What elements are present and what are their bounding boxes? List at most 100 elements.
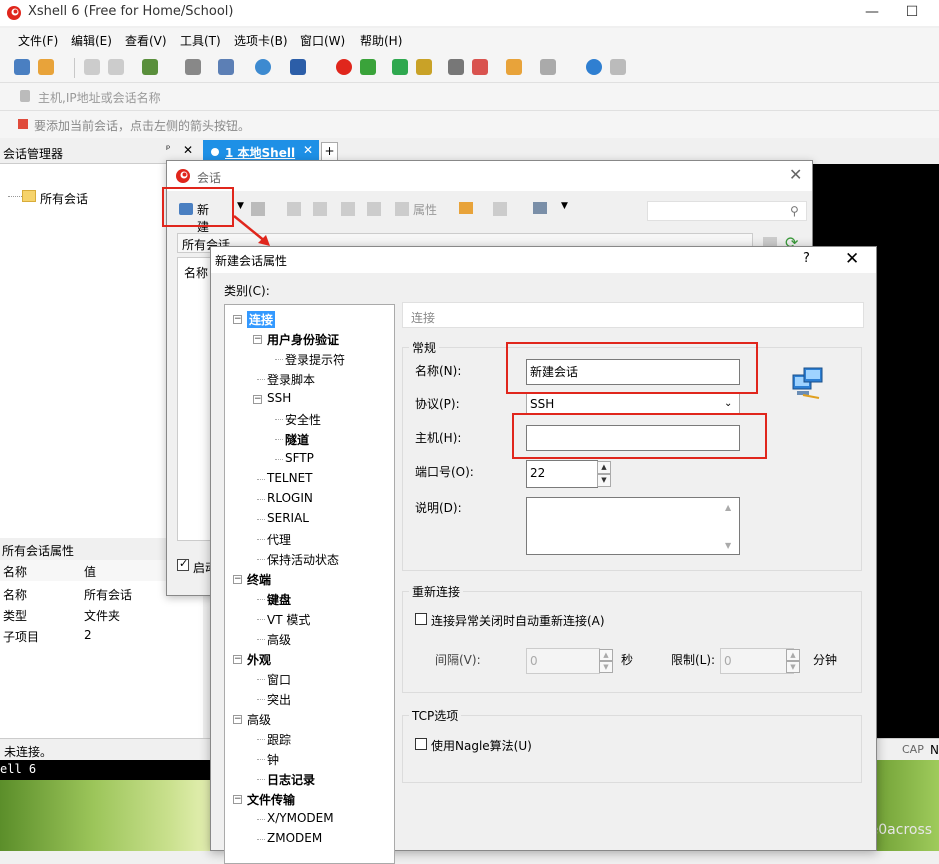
interval-input[interactable]: 0	[526, 648, 600, 674]
pin-icon[interactable]: ᵖ	[166, 144, 170, 155]
fullscreen-icon[interactable]	[392, 59, 408, 75]
layout-icon[interactable]	[540, 59, 556, 75]
duplicate-icon[interactable]	[341, 202, 355, 216]
chat-icon[interactable]	[610, 59, 626, 75]
tree-item[interactable]: 登录脚本	[267, 371, 315, 388]
tree-item[interactable]: SERIAL	[267, 511, 309, 525]
tree-expand-toggle[interactable]: −	[233, 315, 242, 324]
tree-expand-toggle[interactable]: −	[233, 715, 242, 724]
tree-item[interactable]: 高级	[247, 711, 271, 728]
protocol-select[interactable]: SSH ⌄	[526, 393, 740, 415]
tree-expand-toggle[interactable]: −	[253, 335, 262, 344]
tab-close-button[interactable]: ✕	[303, 143, 313, 157]
tree-item[interactable]: 键盘	[267, 591, 291, 608]
tree-item[interactable]: 隧道	[285, 431, 309, 448]
xftp-icon[interactable]	[360, 59, 376, 75]
tree-item[interactable]: RLOGIN	[267, 491, 313, 505]
interval-up-button[interactable]: ▲	[599, 649, 613, 661]
limit-input[interactable]: 0	[720, 648, 794, 674]
cut-icon[interactable]	[287, 202, 301, 216]
auto-reconnect-checkbox[interactable]	[415, 613, 427, 625]
tree-item[interactable]: ZMODEM	[267, 831, 322, 845]
description-textarea[interactable]	[526, 497, 740, 555]
tree-expand-toggle[interactable]: −	[253, 395, 262, 404]
new-tab-icon[interactable]	[506, 59, 522, 75]
tree-item[interactable]: 终端	[247, 571, 271, 588]
menu-edit[interactable]: 编辑(E)	[71, 32, 112, 49]
tree-item[interactable]: 安全性	[285, 411, 321, 428]
tree-item-all-sessions[interactable]: 所有会话	[40, 190, 88, 207]
tree-item[interactable]: SSH	[267, 391, 291, 405]
highlight-icon[interactable]	[472, 59, 488, 75]
tree-item[interactable]: 钟	[267, 751, 279, 768]
tree-item[interactable]: 日志记录	[267, 771, 315, 788]
tree-item[interactable]: 窗口	[267, 671, 291, 688]
tree-expand-toggle[interactable]: −	[233, 655, 242, 664]
tree-item[interactable]: 跟踪	[267, 731, 291, 748]
port-input[interactable]: 22	[526, 460, 598, 488]
add-tab-button[interactable]: +	[321, 142, 338, 161]
properties-label[interactable]: 属性	[413, 201, 437, 218]
menu-help[interactable]: 帮助(H)	[360, 32, 402, 49]
search-icon[interactable]: ⚲	[790, 204, 799, 218]
tree-item[interactable]: 用户身份验证	[267, 331, 339, 348]
chevron-down-icon[interactable]: ▼	[561, 201, 568, 211]
close-panel-button[interactable]: ✕	[183, 143, 193, 157]
delete-icon[interactable]	[367, 202, 381, 216]
disconnect-icon[interactable]	[108, 59, 124, 75]
chevron-down-icon[interactable]: ▼	[237, 201, 244, 211]
find-icon[interactable]	[185, 59, 201, 75]
keyboard-icon[interactable]	[448, 59, 464, 75]
tree-item[interactable]: 高级	[267, 631, 291, 648]
tree-item[interactable]: TELNET	[267, 471, 313, 485]
tree-item[interactable]: 登录提示符	[285, 351, 345, 368]
tree-item[interactable]: 文件传输	[247, 791, 295, 808]
help-button[interactable]: ?	[803, 251, 810, 266]
font-icon[interactable]	[290, 59, 306, 75]
port-up-button[interactable]: ▲	[597, 461, 611, 474]
folder-icon[interactable]	[459, 202, 473, 214]
menu-window[interactable]: 窗口(W)	[300, 32, 345, 49]
menu-tools[interactable]: 工具(T)	[180, 32, 221, 49]
tree-item[interactable]: 代理	[267, 531, 291, 548]
interval-down-button[interactable]: ▼	[599, 661, 613, 673]
tree-item[interactable]: 突出	[267, 691, 291, 708]
paste-icon[interactable]	[313, 202, 327, 216]
export-icon[interactable]	[493, 202, 507, 216]
help-icon[interactable]	[586, 59, 602, 75]
tree-item[interactable]: X/YMODEM	[267, 811, 334, 825]
view-icon[interactable]	[533, 202, 547, 214]
startup-checkbox[interactable]: ✓	[177, 557, 189, 571]
open-folder-icon[interactable]	[38, 59, 54, 75]
dialog-close-button[interactable]: ✕	[845, 249, 859, 269]
transfer-icon[interactable]	[218, 59, 234, 75]
maximize-button[interactable]: ☐	[900, 2, 924, 22]
arrow-icon[interactable]	[18, 119, 28, 129]
scroll-down-icon[interactable]: ▼	[725, 541, 731, 550]
globe-icon[interactable]	[255, 59, 271, 75]
minimize-button[interactable]: —	[860, 2, 884, 22]
tree-expand-toggle[interactable]: −	[233, 795, 242, 804]
limit-down-button[interactable]: ▼	[786, 661, 800, 673]
port-down-button[interactable]: ▼	[597, 474, 611, 487]
category-tree[interactable]: − 连接 − 用户身份验证 登录提示符 登录脚本 − SSH 安全性 隧道 SFTP TELNET RL…	[224, 304, 395, 864]
menu-file[interactable]: 文件(F)	[18, 32, 58, 49]
tree-item[interactable]: 外观	[247, 651, 271, 668]
properties-icon[interactable]	[395, 202, 409, 216]
session-search-input[interactable]: ⚲	[647, 201, 807, 221]
scroll-up-icon[interactable]: ▲	[725, 503, 731, 512]
nagle-checkbox[interactable]	[415, 738, 427, 750]
menu-view[interactable]: 查看(V)	[125, 32, 167, 49]
tree-expand-toggle[interactable]: −	[233, 575, 242, 584]
settings-icon[interactable]	[142, 59, 158, 75]
limit-up-button[interactable]: ▲	[786, 649, 800, 661]
xshell-icon[interactable]	[336, 59, 352, 75]
tree-item[interactable]: VT 模式	[267, 611, 310, 628]
address-bar[interactable]: 主机,IP地址或会话名称	[0, 82, 939, 110]
tree-item[interactable]: 保持活动状态	[267, 551, 339, 568]
tree-item[interactable]: 连接	[247, 311, 276, 328]
new-session-icon[interactable]	[14, 59, 30, 75]
lock-icon[interactable]	[416, 59, 432, 75]
sessions-close-button[interactable]: ✕	[789, 165, 802, 184]
connect-icon[interactable]	[84, 59, 100, 75]
